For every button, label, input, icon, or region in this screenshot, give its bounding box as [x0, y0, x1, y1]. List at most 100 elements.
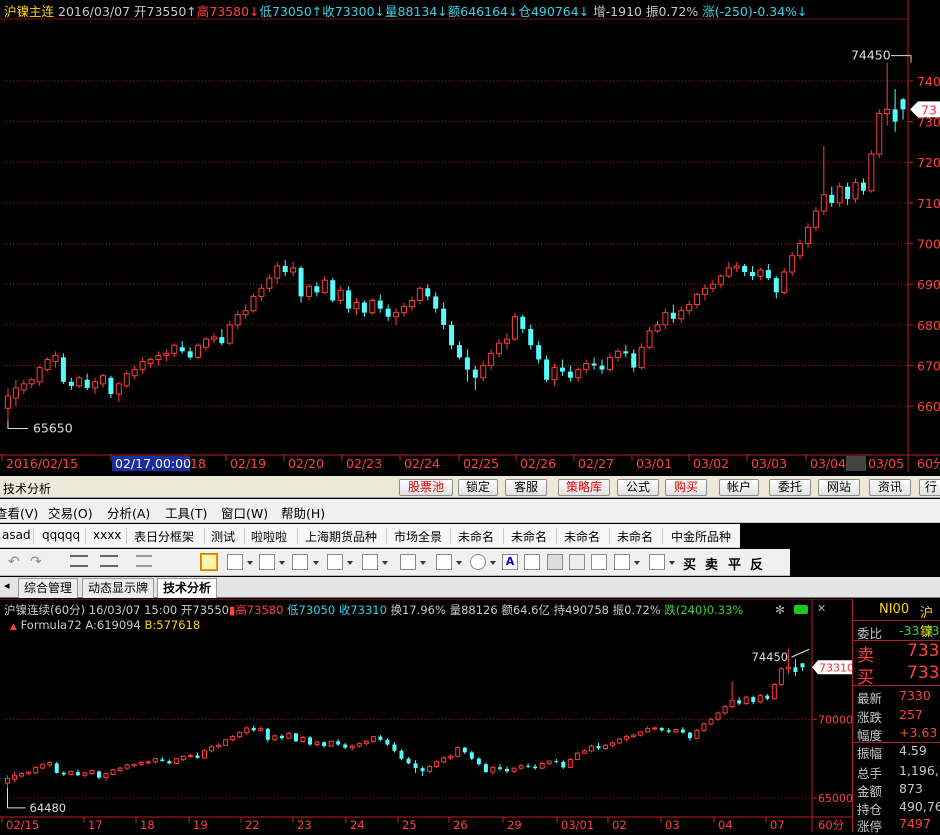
- candle-body: [581, 750, 587, 754]
- y-tick-label: 700: [917, 237, 940, 252]
- account-button[interactable]: 帐户: [719, 479, 759, 496]
- fav-item[interactable]: 未命名: [458, 528, 494, 545]
- fav-item[interactable]: 上海期货品种: [305, 528, 377, 545]
- website-button[interactable]: 网站: [818, 479, 860, 496]
- candle-body: [408, 299, 415, 308]
- formula-button[interactable]: 公式: [617, 479, 659, 496]
- trend-line-icon[interactable]: [227, 554, 243, 570]
- draw-line-icon[interactable]: [200, 553, 218, 571]
- candle-body: [518, 765, 524, 769]
- ellipse-icon[interactable]: [470, 554, 486, 570]
- menu-window[interactable]: 窗口(W): [221, 503, 268, 522]
- text-icon[interactable]: A: [502, 554, 518, 570]
- candle-body: [108, 377, 114, 395]
- candle-body: [646, 330, 653, 348]
- quote-row-value: 7330: [899, 688, 931, 703]
- menu-view[interactable]: 查看(V): [0, 503, 38, 522]
- grid-icon[interactable]: [547, 554, 563, 570]
- candle-body: [505, 768, 510, 772]
- eraser-icon[interactable]: [569, 554, 585, 570]
- tab-technical-analysis[interactable]: 技术分析: [157, 578, 218, 598]
- rectangle-icon[interactable]: [436, 554, 452, 570]
- candle-body: [279, 735, 284, 739]
- quote-row-label: 总手: [857, 766, 883, 781]
- gann-icon[interactable]: [362, 554, 378, 570]
- sell-quick-button[interactable]: 卖: [705, 554, 718, 573]
- candle-body: [743, 696, 749, 705]
- candle-body: [820, 194, 827, 212]
- candle-body: [778, 668, 784, 686]
- menu-tools[interactable]: 工具(T): [165, 503, 207, 522]
- candle-body: [89, 770, 95, 775]
- candle-body: [680, 729, 685, 733]
- candle-body: [567, 371, 573, 378]
- lock-button[interactable]: 锁定: [458, 479, 498, 496]
- redo-icon[interactable]: ↷: [30, 554, 42, 570]
- candle-body: [638, 346, 645, 369]
- order-button[interactable]: 委托: [769, 479, 811, 496]
- image-icon[interactable]: [524, 554, 540, 570]
- fav-item[interactable]: 中金所品种: [671, 528, 731, 545]
- candle-body: [599, 365, 605, 370]
- candle-body: [305, 285, 312, 297]
- x-tick-label: 02/19: [230, 456, 266, 471]
- fav-item[interactable]: 啦啦啦: [251, 528, 287, 545]
- fav-item[interactable]: asad: [2, 528, 31, 542]
- fav-item[interactable]: 表日分框架: [134, 528, 194, 545]
- quote-row-value: 873: [899, 781, 923, 796]
- period-label: 60分: [917, 456, 940, 471]
- fav-item[interactable]: 未命名: [564, 528, 600, 545]
- main-kline-chart[interactable]: 沪镍主连 2016/03/07 开73550↑高73580↓低73050↑收73…: [0, 0, 940, 472]
- undo-icon[interactable]: ↶: [8, 554, 20, 570]
- fav-item[interactable]: 市场全景: [394, 528, 442, 545]
- news-button[interactable]: 资讯: [869, 479, 911, 496]
- channel-icon[interactable]: [259, 554, 275, 570]
- buy-button[interactable]: 购买: [665, 479, 707, 496]
- candle-body: [567, 758, 573, 768]
- reverse-quick-button[interactable]: 反: [750, 554, 763, 573]
- lock-draw-icon[interactable]: [649, 554, 665, 570]
- fav-item[interactable]: 未命名: [511, 528, 547, 545]
- tab-general[interactable]: 综合管理: [18, 578, 79, 598]
- outdent-icon[interactable]: [100, 555, 118, 567]
- quote-button[interactable]: 行: [919, 479, 940, 496]
- indent-icon[interactable]: [70, 555, 88, 567]
- candle-body: [353, 302, 360, 310]
- candle-body: [385, 308, 391, 317]
- parallel-lines-icon[interactable]: [292, 554, 308, 570]
- close-quick-button[interactable]: 平: [728, 554, 741, 573]
- candle-body: [298, 267, 304, 297]
- menu-help[interactable]: 帮助(H): [281, 503, 325, 522]
- stock-pool-button[interactable]: 股票池: [399, 479, 453, 496]
- x-tick-label: 03/04: [810, 456, 846, 471]
- fav-item[interactable]: qqqqq: [42, 528, 80, 542]
- candle-body: [617, 738, 623, 744]
- quote-row-value: 490,76: [899, 799, 940, 814]
- fav-item[interactable]: xxxx: [93, 528, 121, 542]
- fav-item[interactable]: 测试: [211, 528, 235, 545]
- tab-scroll-left-icon[interactable]: ◂: [4, 579, 10, 592]
- candle-body: [84, 379, 90, 388]
- service-button[interactable]: 客服: [505, 479, 547, 496]
- fav-item[interactable]: 未命名: [617, 528, 653, 545]
- tab-dynamic-board[interactable]: 动态显示牌: [82, 578, 155, 598]
- sub-kline-chart[interactable]: 沪镍连续(60分) 16/03/07 15:00 开73550▮高73580 低…: [0, 599, 852, 832]
- menu-analysis[interactable]: 分析(A): [107, 503, 150, 522]
- candle-body: [145, 761, 151, 764]
- pattern-icon[interactable]: [400, 554, 416, 570]
- copy-icon[interactable]: [591, 554, 607, 570]
- candle-body: [892, 109, 898, 122]
- buy-quick-button[interactable]: 买: [683, 554, 696, 573]
- strategy-library-button[interactable]: 策略库: [558, 479, 610, 496]
- candle-body: [652, 727, 658, 730]
- candle-body: [12, 387, 19, 399]
- candle-body: [399, 750, 404, 759]
- table-icon[interactable]: [614, 554, 630, 570]
- quote-code: NI00: [879, 602, 910, 617]
- menu-trade[interactable]: 交易(O): [48, 503, 93, 522]
- align-icon[interactable]: [136, 555, 152, 567]
- candle-body: [413, 763, 418, 769]
- candle-body: [54, 763, 59, 773]
- x-tick-label: 22: [245, 818, 260, 832]
- fibonacci-icon[interactable]: [327, 554, 343, 570]
